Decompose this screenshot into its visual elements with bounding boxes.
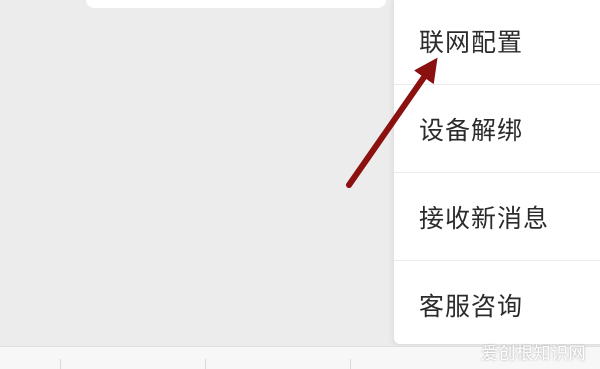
arrow-up-right-icon bbox=[346, 57, 438, 188]
watermark: 爱创根知识网 bbox=[481, 344, 586, 364]
